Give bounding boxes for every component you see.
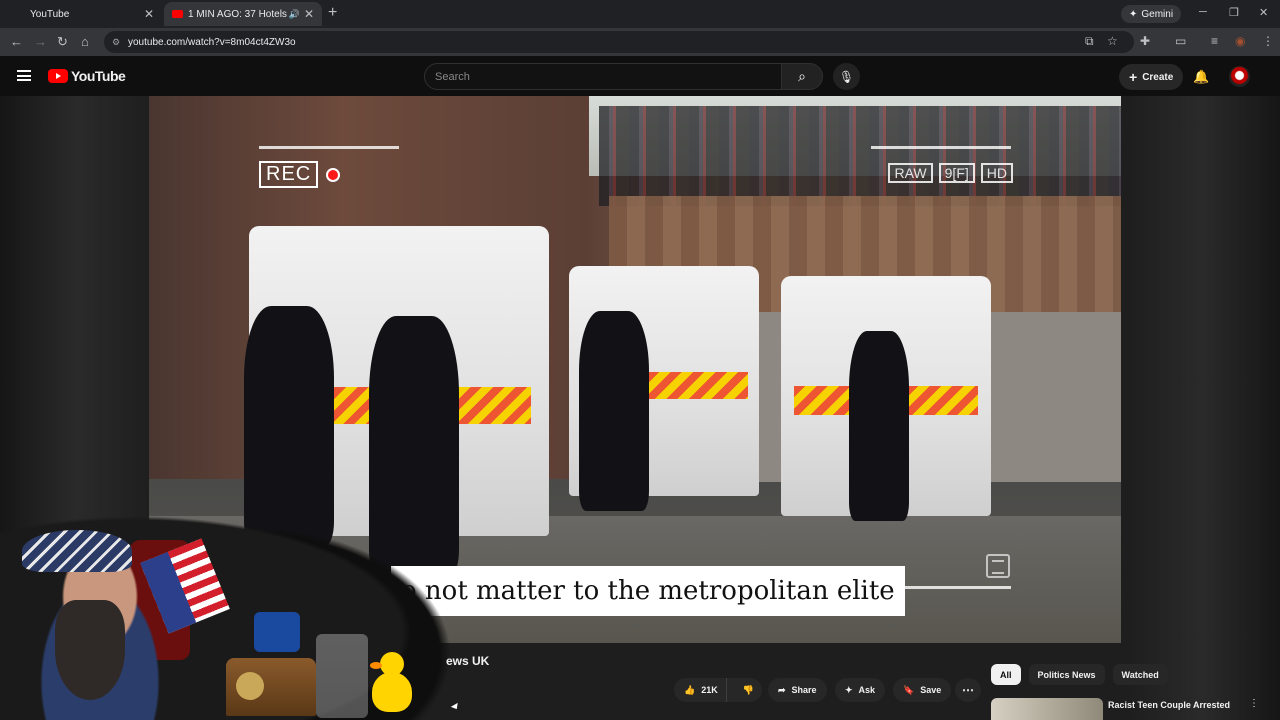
- video-hud-status: RAW 9[F] HD: [888, 163, 1013, 183]
- thumbs-down-icon: 👎: [742, 684, 754, 695]
- browser-tab-strip: YouTube ✕ 1 MIN AGO: 37 Hotels BUR 🔊 ✕ +…: [0, 0, 1280, 28]
- rec-label: REC: [259, 161, 319, 188]
- filter-chips: All Politics News Watched: [991, 664, 1168, 685]
- chip-politics-news[interactable]: Politics News: [1028, 664, 1105, 685]
- close-tab-icon[interactable]: ✕: [144, 7, 154, 21]
- youtube-logo[interactable]: YouTube: [48, 68, 126, 84]
- cast-icon[interactable]: ▭: [1175, 34, 1186, 48]
- search-placeholder: Search: [435, 70, 470, 83]
- reload-icon[interactable]: ↻: [57, 34, 68, 50]
- video-hud-rec: REC: [259, 161, 341, 188]
- search-icon: ⌕: [798, 68, 806, 84]
- vintage-radio: [226, 658, 316, 716]
- close-window-icon[interactable]: ✕: [1259, 6, 1268, 19]
- browser-menu-icon[interactable]: ⋮: [1262, 34, 1274, 48]
- search-input[interactable]: Search: [424, 63, 782, 90]
- ask-button[interactable]: ✦ Ask: [835, 678, 886, 702]
- video-hud-frame: [871, 146, 1011, 149]
- duck-body: [372, 672, 412, 712]
- hud-raw: RAW: [888, 163, 933, 183]
- chip-watched[interactable]: Watched: [1112, 664, 1168, 685]
- tab-title: 1 MIN AGO: 37 Hotels BUR: [188, 8, 288, 20]
- close-tab-icon[interactable]: ✕: [304, 7, 314, 21]
- duck-head: [380, 652, 404, 676]
- thumbs-up-icon: 👍: [684, 684, 696, 695]
- speaker-icon[interactable]: 🔊: [289, 9, 300, 20]
- bookmark-icon: 🔖: [903, 684, 915, 695]
- recommendation-title[interactable]: Racist Teen Couple Arrested: [1108, 700, 1230, 710]
- like-dislike-group: 👍 21K 👎: [674, 678, 762, 702]
- save-label: Save: [920, 685, 942, 695]
- url-text: youtube.com/watch?v=8m04ct4ZW3o: [128, 36, 296, 48]
- desk-mug: [254, 612, 300, 652]
- plus-icon: +: [1129, 69, 1138, 85]
- restore-icon[interactable]: ❐: [1229, 6, 1239, 19]
- youtube-favicon-icon: [172, 10, 183, 18]
- microphone-icon: 🎙: [838, 69, 855, 84]
- browser-tab-youtube[interactable]: YouTube ✕: [0, 2, 162, 26]
- streamer-beard: [55, 600, 125, 700]
- ask-label: Ask: [858, 685, 876, 695]
- hud-fps: 9[F]: [938, 163, 975, 183]
- glass-jar: [316, 634, 368, 718]
- media-controls-icon[interactable]: ≡: [1211, 34, 1218, 48]
- share-label: Share: [791, 685, 817, 695]
- video-scene-crowd: [599, 106, 1121, 206]
- create-button[interactable]: + Create: [1119, 64, 1184, 90]
- profile-icon[interactable]: ◉: [1235, 34, 1245, 48]
- duck-beak: [370, 662, 382, 669]
- video-hud-frame: [259, 146, 399, 149]
- share-button[interactable]: ➦ Share: [768, 678, 827, 702]
- search-button[interactable]: ⌕: [781, 63, 823, 90]
- create-label: Create: [1142, 71, 1174, 83]
- video-scene-officer: [849, 331, 909, 521]
- save-button[interactable]: 🔖 Save: [893, 678, 952, 702]
- gemini-button[interactable]: ✦ Gemini: [1121, 5, 1182, 23]
- install-app-icon[interactable]: ⧉: [1085, 34, 1094, 49]
- recommendation-thumbnail[interactable]: [991, 698, 1103, 720]
- more-actions-icon[interactable]: ⋯: [955, 678, 981, 702]
- site-info-icon[interactable]: ⚙: [112, 37, 120, 48]
- tab-title: YouTube: [30, 8, 70, 20]
- voice-search-button[interactable]: 🎙: [833, 63, 860, 90]
- back-icon[interactable]: ←: [10, 34, 23, 49]
- hud-hd: HD: [980, 163, 1013, 183]
- chip-all[interactable]: All: [991, 664, 1021, 685]
- video-caption: o not matter to the metropolitan elite: [391, 566, 905, 616]
- youtube-play-icon: [48, 69, 68, 83]
- browser-toolbar: ← → ↻ ⌂ ⚙ youtube.com/watch?v=8m04ct4ZW3…: [0, 28, 1280, 56]
- gemini-label: Gemini: [1141, 8, 1174, 20]
- transcript-list-icon: [986, 554, 1010, 578]
- notifications-bell-icon[interactable]: 🔔: [1193, 69, 1209, 85]
- extensions-icon[interactable]: ✚: [1140, 34, 1150, 48]
- video-scene-officer: [579, 311, 649, 511]
- hamburger-menu-icon[interactable]: [17, 70, 31, 81]
- share-icon: ➦: [778, 684, 786, 695]
- youtube-logo-text: YouTube: [71, 68, 126, 84]
- new-tab-button[interactable]: +: [328, 4, 337, 22]
- flag-bandana: [22, 530, 132, 572]
- dislike-button[interactable]: 👎: [733, 678, 764, 702]
- bookmark-star-icon[interactable]: ☆: [1107, 34, 1118, 48]
- home-icon[interactable]: ⌂: [81, 34, 89, 49]
- rubber-duck: [370, 652, 412, 716]
- account-avatar[interactable]: [1229, 66, 1250, 87]
- youtube-header: YouTube Search ⌕ 🎙 + Create 🔔: [0, 56, 1280, 96]
- recommendation-menu-icon[interactable]: ⋮: [1249, 698, 1259, 709]
- browser-tab-active-video[interactable]: 1 MIN AGO: 37 Hotels BUR 🔊 ✕: [164, 2, 322, 26]
- forward-icon[interactable]: →: [34, 34, 47, 49]
- like-button[interactable]: 👍 21K: [674, 678, 727, 702]
- like-count: 21K: [701, 685, 718, 695]
- gemini-icon: ✦: [1129, 8, 1138, 20]
- address-bar[interactable]: ⚙ youtube.com/watch?v=8m04ct4ZW3o: [104, 31, 1134, 53]
- sparkle-icon: ✦: [845, 684, 853, 695]
- record-dot-icon: [326, 167, 341, 182]
- minimize-icon[interactable]: ─: [1199, 6, 1207, 18]
- channel-name[interactable]: ews UK: [446, 654, 489, 668]
